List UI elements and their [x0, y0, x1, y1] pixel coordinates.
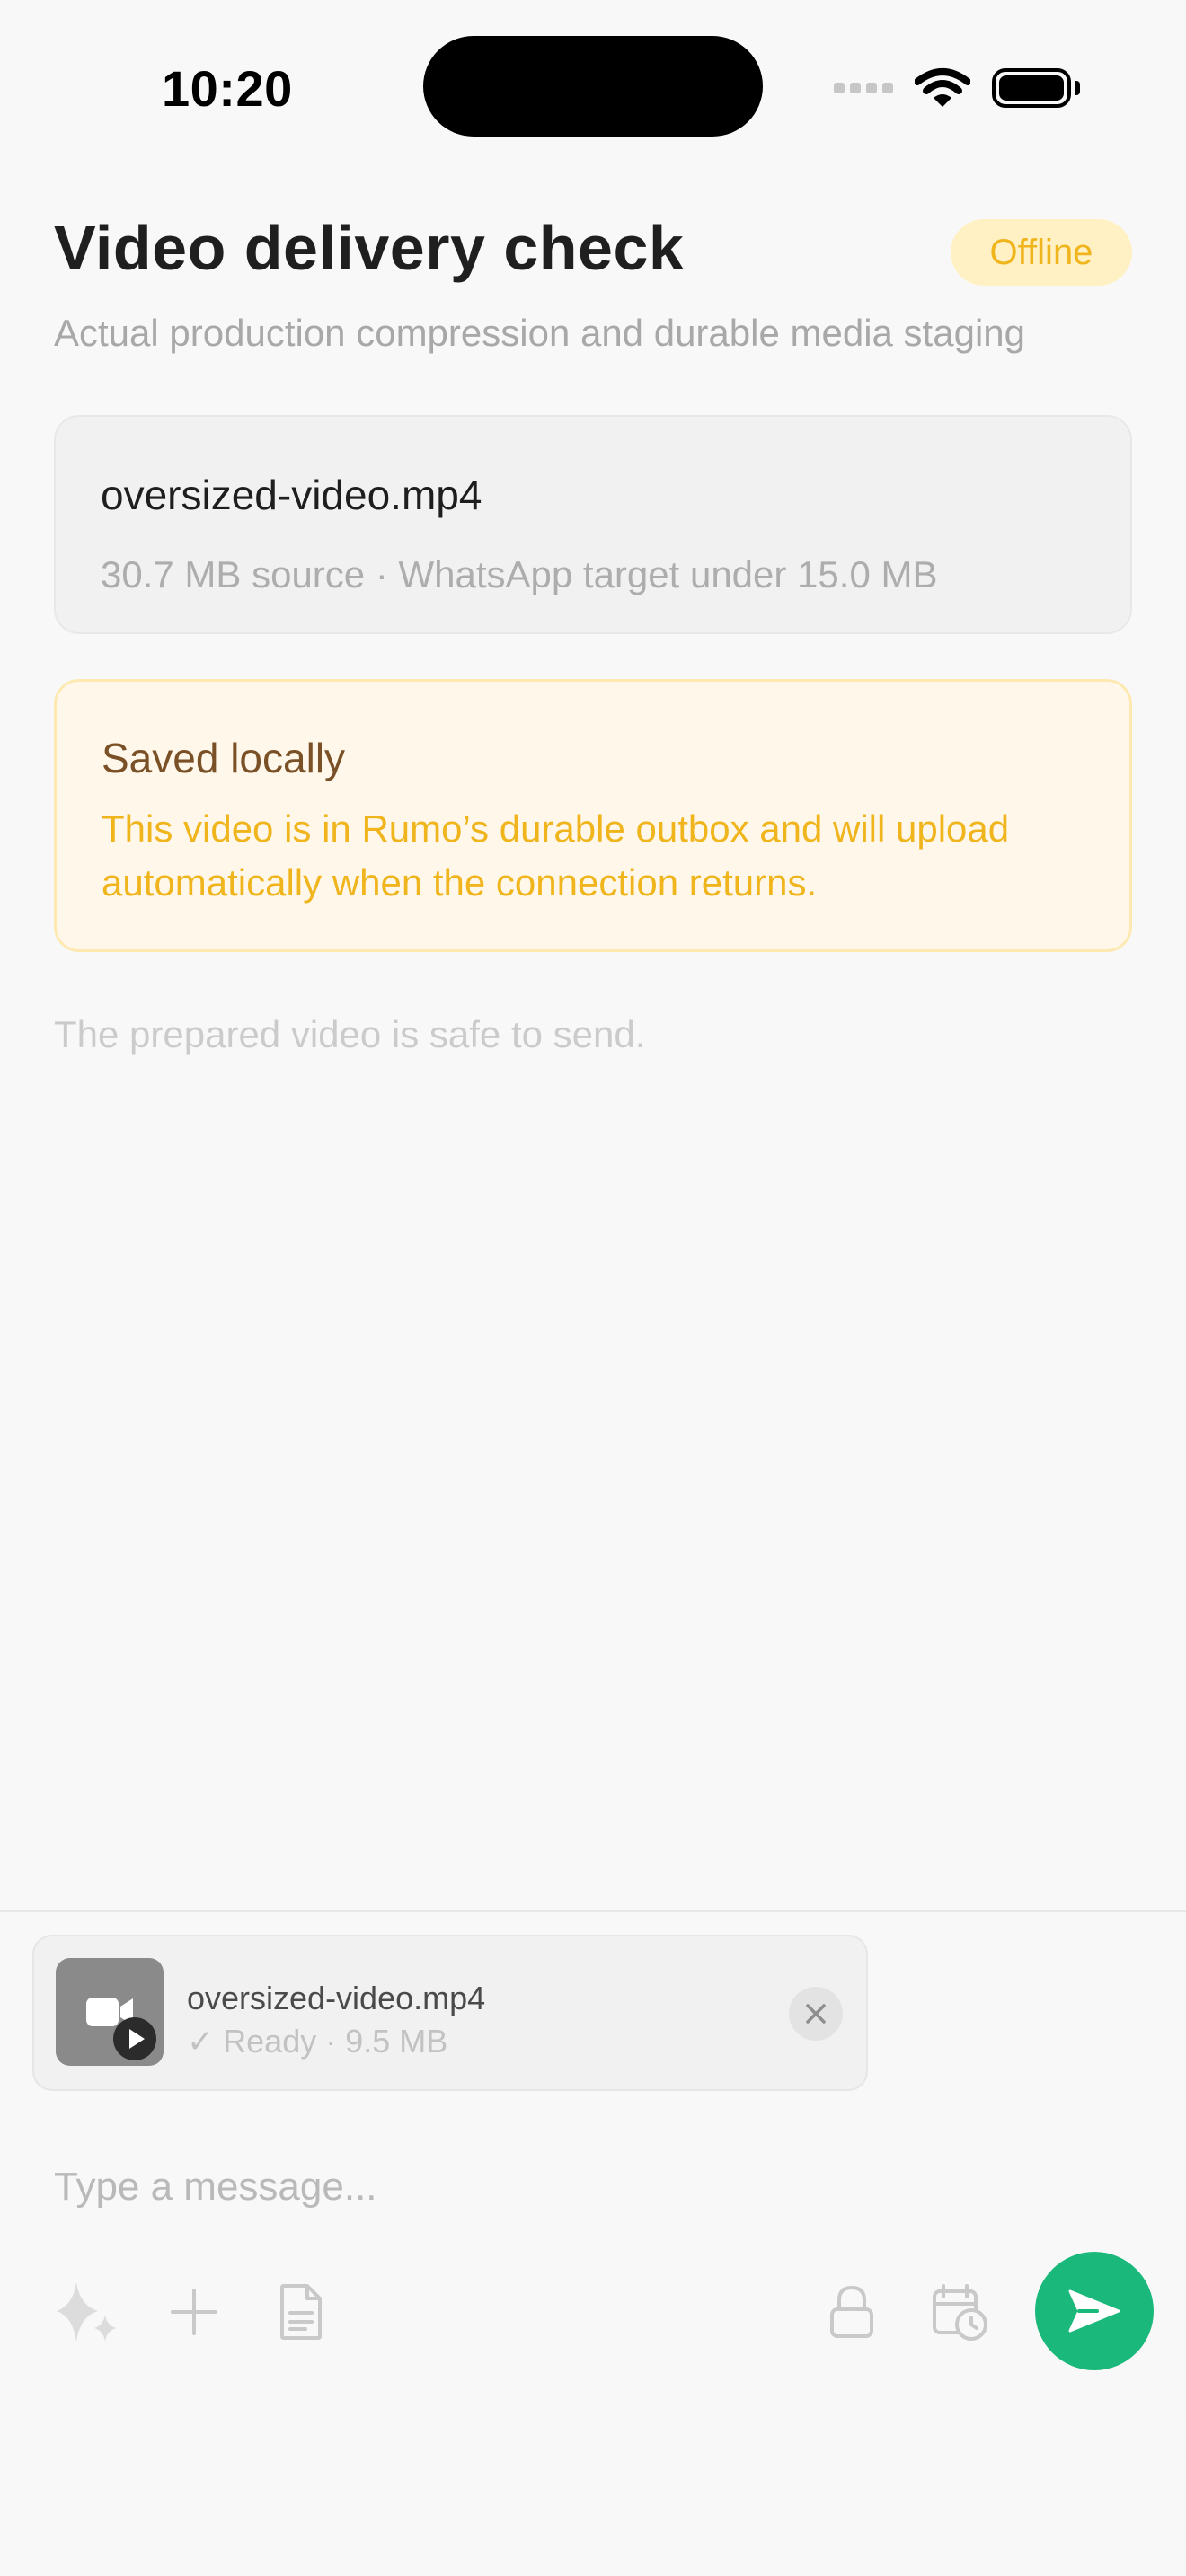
attachment-name: oversized-video.mp4	[187, 1980, 486, 2016]
source-file-card: oversized-video.mp4 30.7 MB source · Wha…	[54, 415, 1132, 634]
close-icon	[806, 2004, 826, 2024]
composer-divider	[0, 1910, 1186, 1912]
document-icon	[280, 2284, 322, 2340]
message-input[interactable]	[54, 2156, 1042, 2219]
attachment-status: ✓ Ready · 9.5 MB	[187, 2023, 448, 2060]
page-title: Video delivery check	[54, 213, 685, 283]
status-indicators	[834, 65, 1080, 111]
status-time: 10:20	[162, 60, 293, 117]
screen: 10:20 Video delivery check Offline Actua…	[0, 0, 1186, 2576]
safe-to-send-note: The prepared video is safe to send.	[54, 1013, 646, 1055]
source-file-name: oversized-video.mp4	[101, 472, 482, 518]
plus-icon	[171, 2289, 217, 2335]
saved-locally-notice: Saved locally This video is in Rumo’s du…	[54, 679, 1132, 952]
page-subtitle: Actual production compression and durabl…	[54, 312, 1025, 354]
status-badge: Offline	[951, 219, 1132, 286]
video-camera-icon	[86, 1998, 156, 2060]
lock-button[interactable]	[816, 2276, 888, 2348]
ai-assist-button[interactable]	[50, 2276, 122, 2348]
dynamic-island	[423, 36, 763, 137]
cellular-signal-icon	[834, 83, 893, 93]
calendar-clock-icon	[933, 2284, 987, 2341]
schedule-button[interactable]	[924, 2276, 996, 2348]
add-button[interactable]	[158, 2276, 230, 2348]
document-button[interactable]	[265, 2276, 337, 2348]
send-icon	[1068, 2289, 1120, 2333]
attachment-chip[interactable]: oversized-video.mp4 ✓ Ready · 9.5 MB	[32, 1935, 868, 2091]
lock-icon	[830, 2285, 873, 2338]
saved-locally-body: This video is in Rumo’s durable outbox a…	[102, 802, 1084, 910]
saved-locally-body-line: This video is in Rumo’s durable outbox a…	[102, 807, 1010, 850]
sparkles-icon	[57, 2282, 116, 2342]
battery-icon	[992, 68, 1080, 108]
saved-locally-body-line: automatically when the connection return…	[102, 861, 818, 904]
wifi-icon	[915, 68, 970, 107]
send-button[interactable]	[1035, 2252, 1154, 2370]
remove-attachment-button[interactable]	[789, 1987, 843, 2041]
video-thumbnail	[56, 1958, 164, 2066]
saved-locally-heading: Saved locally	[102, 735, 346, 781]
source-file-meta: 30.7 MB source · WhatsApp target under 1…	[101, 553, 938, 595]
